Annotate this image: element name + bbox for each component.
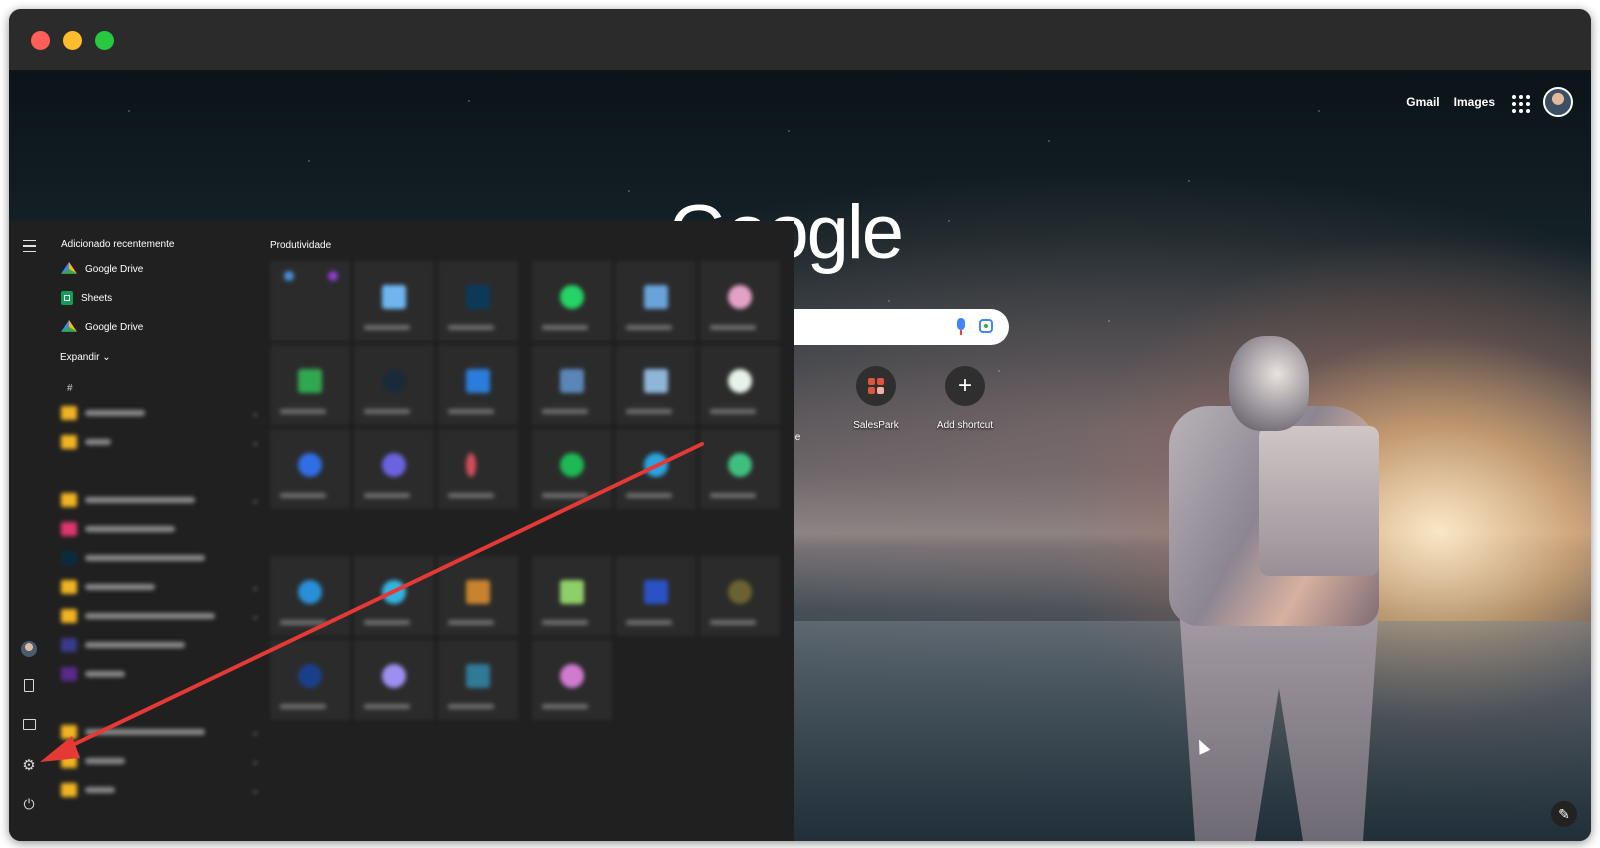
- recent-item-google-drive[interactable]: Google Drive: [61, 259, 143, 279]
- app-tile[interactable]: [438, 345, 518, 425]
- app-tile[interactable]: [354, 640, 434, 720]
- browser-window: Gmail Images Google SalesPark + Add shor…: [9, 9, 1591, 841]
- app-tile[interactable]: [700, 345, 780, 425]
- app-tile[interactable]: [270, 640, 350, 720]
- app-tile[interactable]: [532, 261, 612, 341]
- list-item[interactable]: [61, 549, 260, 567]
- list-item[interactable]: ⌄: [61, 607, 260, 625]
- app-tile[interactable]: [270, 429, 350, 509]
- start-menu-rail: ⚙ ⏻: [9, 221, 49, 841]
- list-item[interactable]: ⌄: [61, 433, 260, 451]
- images-link[interactable]: Images: [1454, 95, 1495, 109]
- google-drive-icon: [61, 262, 77, 274]
- app-tile[interactable]: [354, 345, 434, 425]
- account-avatar[interactable]: [1543, 87, 1573, 117]
- start-menu: ⚙ ⏻ Adicionado recentemente Google Drive…: [9, 221, 794, 841]
- alpha-index-hash[interactable]: #: [67, 383, 73, 394]
- pictures-icon[interactable]: [23, 719, 36, 730]
- recent-item-label: Sheets: [81, 292, 113, 304]
- maximize-window-button[interactable]: [95, 31, 114, 50]
- app-tile[interactable]: [270, 556, 350, 636]
- app-tile[interactable]: [616, 345, 696, 425]
- app-tile[interactable]: [700, 429, 780, 509]
- apps-list: Adicionado recentemente Google Drive She…: [55, 221, 260, 841]
- window-titlebar: [9, 9, 1591, 71]
- app-tile[interactable]: [532, 345, 612, 425]
- app-tile[interactable]: [438, 556, 518, 636]
- close-window-button[interactable]: [31, 31, 50, 50]
- plus-icon: +: [945, 366, 985, 406]
- recent-item-label: Google Drive: [85, 321, 144, 333]
- shortcut-circle: [856, 366, 896, 406]
- salespark-icon: [868, 378, 884, 394]
- chevron-down-icon: ⌄: [102, 352, 111, 363]
- group-title-produtividade: Produtividade: [270, 240, 332, 251]
- app-tile[interactable]: [700, 556, 780, 636]
- expand-label: Expandir: [60, 352, 100, 363]
- app-tile[interactable]: [532, 556, 612, 636]
- app-tile[interactable]: [616, 429, 696, 509]
- settings-gear-icon[interactable]: ⚙: [21, 757, 37, 774]
- app-tile[interactable]: [700, 261, 780, 341]
- microphone-icon[interactable]: [957, 318, 965, 335]
- gmail-link[interactable]: Gmail: [1406, 95, 1439, 109]
- google-drive-icon: [61, 320, 77, 332]
- app-tile[interactable]: [532, 640, 612, 720]
- user-avatar[interactable]: [21, 641, 37, 657]
- shortcut-label: SalesPark: [853, 420, 899, 431]
- app-tile[interactable]: [616, 556, 696, 636]
- app-tile[interactable]: [438, 640, 518, 720]
- astronaut-wallpaper-figure: [1139, 336, 1439, 841]
- recent-item-label: Google Drive: [85, 263, 144, 275]
- shortcut-salespark[interactable]: SalesPark: [831, 366, 921, 431]
- app-tile[interactable]: [354, 261, 434, 341]
- list-item[interactable]: ⌄: [61, 723, 260, 741]
- list-item[interactable]: ⌄: [61, 752, 260, 770]
- list-item[interactable]: [61, 665, 260, 683]
- sheets-icon: [61, 291, 73, 305]
- list-item[interactable]: [61, 520, 260, 538]
- list-item[interactable]: ⌄: [61, 404, 260, 422]
- app-tile[interactable]: [438, 429, 518, 509]
- hamburger-menu-icon[interactable]: [21, 238, 37, 254]
- google-apps-icon[interactable]: [1509, 92, 1530, 113]
- recently-added-title: Adicionado recentemente: [61, 239, 175, 250]
- app-tile[interactable]: [270, 261, 350, 341]
- power-icon[interactable]: ⏻: [21, 796, 37, 812]
- documents-icon[interactable]: [24, 679, 34, 692]
- list-item[interactable]: ⌄: [61, 578, 260, 596]
- list-item[interactable]: ⌄: [61, 491, 260, 509]
- list-item[interactable]: ⌄: [61, 781, 260, 799]
- app-tile[interactable]: [616, 261, 696, 341]
- list-item[interactable]: [61, 636, 260, 654]
- app-tile[interactable]: [270, 345, 350, 425]
- add-shortcut-button[interactable]: + Add shortcut: [920, 366, 1010, 431]
- app-tile[interactable]: [532, 429, 612, 509]
- recent-item-google-drive[interactable]: Google Drive: [61, 317, 143, 337]
- minimize-window-button[interactable]: [63, 31, 82, 50]
- recent-item-sheets[interactable]: Sheets: [61, 288, 112, 308]
- app-tile[interactable]: [354, 556, 434, 636]
- app-tile[interactable]: [438, 261, 518, 341]
- customize-pencil-icon[interactable]: ✎: [1551, 801, 1577, 827]
- pinned-tiles: Produtividade: [270, 221, 794, 841]
- app-tile[interactable]: [354, 429, 434, 509]
- google-lens-icon[interactable]: [979, 319, 993, 333]
- shortcut-label: Add shortcut: [936, 420, 994, 431]
- expand-button[interactable]: Expandir ⌄: [60, 352, 111, 363]
- google-header: Gmail Images: [1406, 87, 1573, 117]
